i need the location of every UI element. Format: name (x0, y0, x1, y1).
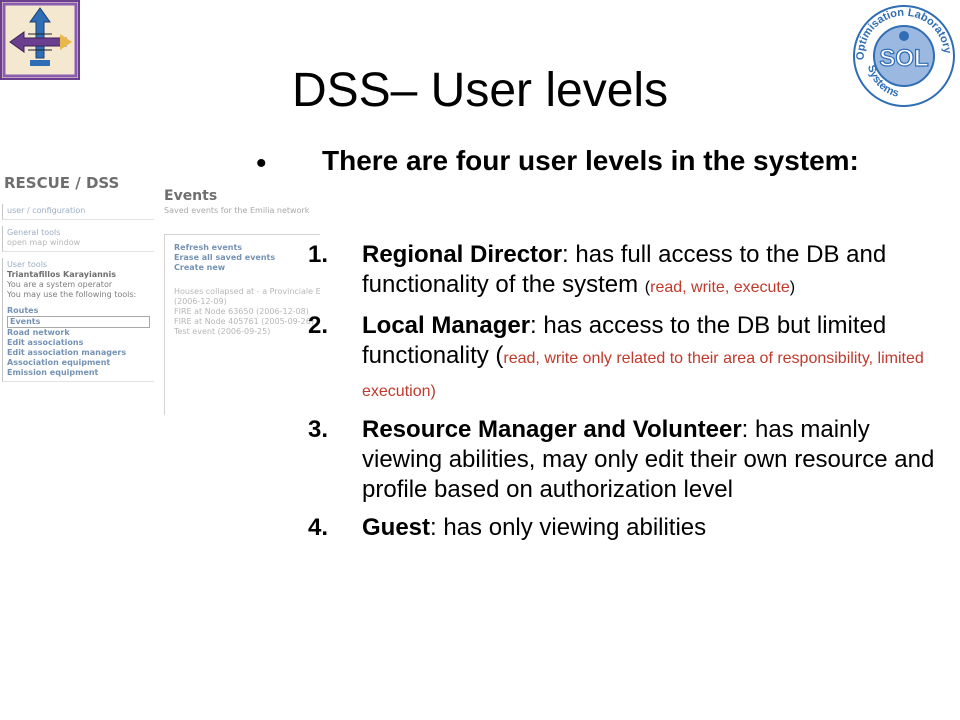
general-tools-item: open map window (7, 238, 81, 247)
sidebar-link-edit-association-managers: Edit association managers (7, 348, 127, 357)
app-screenshot: RESCUE / DSS user / configuration Genera… (0, 168, 320, 418)
sidebar-user-config-label: user / configuration (7, 206, 86, 215)
events-panel: Refresh events Erase all saved events Cr… (164, 234, 320, 415)
event-item: FIRE at Node 405761 (2005-09-26) (174, 317, 314, 326)
bullet-icon: • (256, 147, 267, 180)
event-item: (2006-12-09) (174, 297, 227, 306)
action-refresh-events: Refresh events (174, 243, 243, 252)
item-note: read, write, execute (650, 279, 790, 296)
user-tools-heading: User tools (7, 260, 48, 269)
sidebar-link-routes: Routes (7, 306, 39, 315)
list-item-local-manager: 2. Local Manager: has access to the DB bu… (308, 311, 948, 407)
slide-title: DSS– User levels (291, 64, 669, 117)
list-item-regional-director: 1. Regional Director: has full access to … (308, 240, 948, 303)
sidebar-user-tools: User tools Triantafillos Karayiannis You… (2, 258, 154, 382)
list-item-guest: 4. Guest: has only viewing abilities (308, 513, 948, 543)
slide: Optimisation Laboratory Systems SOL DSS–… (0, 0, 960, 720)
sidebar-link-road-network: Road network (7, 328, 70, 337)
sidebar-user-config: user / configuration (2, 204, 154, 220)
events-subtitle: Saved events for the Emilia network (164, 206, 310, 215)
list-number: 1. (308, 241, 329, 268)
sidebar-general-tools: General tools open map window (2, 226, 154, 252)
use-line: You may use the following tools: (7, 290, 137, 299)
item-term: Guest (362, 514, 431, 541)
app-sidebar: user / configuration General tools open … (2, 204, 154, 388)
list-number: 4. (308, 514, 329, 541)
user-levels-list: 1. Regional Director: has full access to … (308, 240, 948, 551)
list-item-resource-manager: 3. Resource Manager and Volunteer: has ma… (308, 415, 948, 505)
event-item: Test event (2006-09-25) (174, 327, 271, 336)
sidebar-link-events: Events (7, 316, 150, 328)
user-name: Triantafillos Karayiannis (7, 270, 116, 279)
item-term: Resource Manager and Volunteer (362, 416, 742, 443)
event-item: FIRE at Node 63650 (2006-12-08) (174, 307, 309, 316)
item-text: : has only viewing abilities (430, 514, 707, 541)
events-heading: Events (164, 188, 218, 204)
sidebar-link-association-equipment: Association equipment (7, 358, 111, 367)
sidebar-link-emission-equipment: Emission equipment (7, 368, 99, 377)
action-erase-events: Erase all saved events (174, 253, 276, 262)
role-line: You are a system operator (7, 280, 113, 289)
list-number: 3. (308, 416, 329, 443)
sidebar-link-edit-associations: Edit associations (7, 338, 84, 347)
event-item: Houses collapsed at - a Provinciale Est (174, 287, 320, 296)
item-note-close: ) (789, 279, 796, 296)
list-number: 2. (308, 312, 329, 339)
app-title: RESCUE / DSS (4, 174, 120, 192)
action-create-new: Create new (174, 263, 226, 272)
lead-bullet: There are four user levels in the system… (322, 145, 859, 176)
general-tools-heading: General tools (7, 228, 61, 237)
item-term: Local Manager (362, 312, 531, 339)
item-term: Regional Director (362, 241, 563, 268)
